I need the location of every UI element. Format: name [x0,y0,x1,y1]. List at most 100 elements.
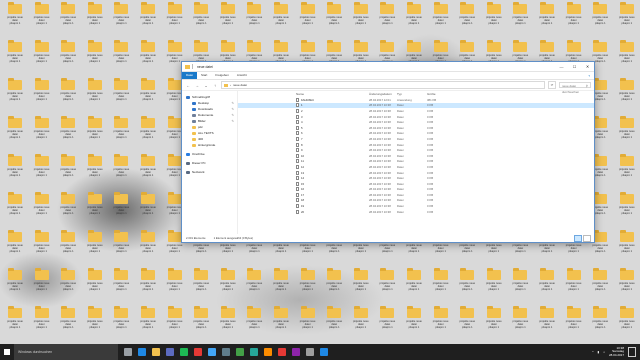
desktop-folder-icon[interactable]: projekte neuedateipikapro 1 [82,268,108,306]
desktop-folder-icon[interactable]: projekte neuedateipikapro 1 [135,192,161,230]
app-orange-icon[interactable] [264,348,272,356]
desktop-folder-icon[interactable]: projekte neuedateipikapro 1 [82,230,108,268]
desktop-folder-icon[interactable]: projekte neuedateipikapro 1 [215,306,241,344]
column-header-date[interactable]: Änderungsdatum [369,92,397,96]
desktop-folder-icon[interactable]: projekte neuedateipikapro 1 [587,2,613,40]
desktop-folder-icon[interactable]: projekte neuedateipikapro 1 [108,192,134,230]
desktop-folder-icon[interactable]: projekte neuedateipikapro 1 [587,306,613,344]
desktop-folder-icon[interactable]: projekte neuedateipikapro 1 [2,192,28,230]
desktop-folder-icon[interactable]: projekte neuedateipikapro 1 [82,192,108,230]
details-view-icon[interactable] [574,234,582,242]
nav-item[interactable]: Netzwerk [182,169,237,175]
desktop-folder-icon[interactable]: projekte neuedateipikapro 1 [29,230,55,268]
breadcrumb-current-folder[interactable]: neue datei [233,83,247,87]
app-dark-icon[interactable] [222,348,230,356]
app-teal-icon[interactable] [250,348,258,356]
desktop-folder-icon[interactable]: projekte neuedateipikapro 1 [614,2,640,40]
desktop-folder-icon[interactable]: projekte neuedateipikapro 1 [29,154,55,192]
desktop-folder-icon[interactable]: projekte neuedateipikapro 1 [55,230,81,268]
desktop-folder-icon[interactable]: projekte neuedateipikapro 1 [481,306,507,344]
desktop-folder-icon[interactable]: projekte neuedateipikapro 1 [2,154,28,192]
desktop-folder-icon[interactable]: projekte neuedateipikapro 1 [507,268,533,306]
desktop-folder-icon[interactable]: projekte neuedateipikapro 1 [82,154,108,192]
title-bar[interactable]: neue datei — ☐ ✕ [182,62,594,72]
close-button[interactable]: ✕ [581,62,594,71]
desktop-folder-icon[interactable]: projekte neuedateipikapro 1 [614,116,640,154]
notification-center-icon[interactable] [628,347,636,357]
desktop-folder-icon[interactable]: projekte neuedateipikapro 1 [108,306,134,344]
tab-freigeben[interactable]: Freigeben [211,72,233,79]
start-button[interactable] [0,344,14,360]
desktop-folder-icon[interactable]: projekte neuedateipikapro 1 [29,78,55,116]
store-icon[interactable] [166,348,174,356]
volume-icon[interactable]: ◖ [603,350,605,354]
desktop-folder-icon[interactable]: projekte neuedateipikapro 1 [614,192,640,230]
desktop-folder-icon[interactable]: projekte neuedateipikapro 1 [215,2,241,40]
desktop-folder-icon[interactable]: projekte neuedateipikapro 1 [108,230,134,268]
file-explorer-window[interactable]: neue datei — ☐ ✕ Datei Start Freigeben A… [181,61,595,243]
desktop-folder-icon[interactable]: projekte neuedateipikapro 1 [55,192,81,230]
desktop-folder-icon[interactable]: projekte neuedateipikapro 1 [241,268,267,306]
desktop-folder-icon[interactable]: projekte neuedateipikapro 1 [82,40,108,78]
forward-arrow-icon[interactable]: → [194,83,200,88]
desktop-folder-icon[interactable]: projekte neuedateipikapro 1 [188,2,214,40]
desktop-folder-icon[interactable]: projekte neuedateipikapro 1 [55,268,81,306]
app-blue-icon[interactable] [208,348,216,356]
desktop-folder-icon[interactable]: projekte neuedateipikapro 1 [135,230,161,268]
desktop-folder-icon[interactable]: projekte neuedateipikapro 1 [29,40,55,78]
desktop-folder-icon[interactable]: projekte neuedateipikapro 1 [481,268,507,306]
tab-start[interactable]: Start [197,72,211,79]
desktop-folder-icon[interactable]: projekte neuedateipikapro 1 [29,192,55,230]
network-icon[interactable]: ▮ [598,350,600,354]
column-header-size[interactable]: Größe [427,92,447,96]
recent-locations-chevron-icon[interactable]: ⌄ [203,83,209,88]
desktop-folder-icon[interactable]: projekte neuedateipikapro 1 [2,116,28,154]
chrome-icon[interactable] [194,348,202,356]
desktop-folder-icon[interactable]: projekte neuedateipikapro 1 [82,116,108,154]
app-red-icon[interactable] [278,348,286,356]
desktop-folder-icon[interactable]: projekte neuedateipikapro 1 [614,40,640,78]
desktop-folder-icon[interactable]: projekte neuedateipikapro 1 [162,2,188,40]
desktop-folder-icon[interactable]: projekte neuedateipikapro 1 [29,268,55,306]
desktop-folder-icon[interactable]: projekte neuedateipikapro 1 [2,306,28,344]
desktop-folder-icon[interactable]: projekte neuedateipikapro 1 [428,306,454,344]
show-hidden-icons-chevron-icon[interactable]: ^ [592,350,593,354]
desktop-folder-icon[interactable]: projekte neuedateipikapro 1 [507,306,533,344]
desktop-folder-icon[interactable]: projekte neuedateipikapro 1 [268,306,294,344]
desktop-folder-icon[interactable]: projekte neuedateipikapro 1 [162,306,188,344]
desktop-folder-icon[interactable]: projekte neuedateipikapro 1 [295,306,321,344]
up-arrow-icon[interactable]: ↑ [212,83,218,88]
desktop-folder-icon[interactable]: projekte neuedateipikapro 1 [2,40,28,78]
desktop-folder-icon[interactable]: projekte neuedateipikapro 1 [215,268,241,306]
column-header-type[interactable]: Typ [397,92,427,96]
desktop-folder-icon[interactable]: projekte neuedateipikapro 1 [135,40,161,78]
desktop-folder-icon[interactable]: projekte neuedateipikapro 1 [561,306,587,344]
desktop-folder-icon[interactable]: projekte neuedateipikapro 1 [534,268,560,306]
desktop-folder-icon[interactable]: projekte neuedateipikapro 1 [55,2,81,40]
desktop-folder-icon[interactable]: projekte neuedateipikapro 1 [268,2,294,40]
desktop-folder-icon[interactable]: projekte neuedateipikapro 1 [2,78,28,116]
desktop-folder-icon[interactable]: projekte neuedateipikapro 1 [135,2,161,40]
desktop-folder-icon[interactable]: projekte neuedateipikapro 1 [454,2,480,40]
desktop-folder-icon[interactable]: projekte neuedateipikapro 1 [321,2,347,40]
back-arrow-icon[interactable]: ← [185,83,191,88]
desktop-folder-icon[interactable]: projekte neuedateipikapro 1 [108,78,134,116]
desktop-folder-icon[interactable]: projekte neuedateipikapro 1 [614,268,640,306]
desktop-folder-icon[interactable]: projekte neuedateipikapro 1 [321,268,347,306]
quick-access-toolbar[interactable] [182,64,193,69]
task-view-icon[interactable] [124,348,132,356]
desktop-folder-icon[interactable]: projekte neuedateipikapro 1 [55,154,81,192]
desktop-folder-icon[interactable]: projekte neuedateipikapro 1 [108,268,134,306]
desktop-folder-icon[interactable]: projekte neuedateipikapro 1 [428,268,454,306]
desktop-folder-icon[interactable]: projekte neuedateipikapro 1 [55,306,81,344]
desktop-folder-icon[interactable]: projekte neuedateipikapro 1 [29,116,55,154]
desktop-folder-icon[interactable]: projekte neuedateipikapro 1 [135,154,161,192]
desktop-folder-icon[interactable]: projekte neuedateipikapro 1 [82,2,108,40]
desktop-folder-icon[interactable]: projekte neuedateipikapro 1 [108,40,134,78]
desktop-folder-icon[interactable]: projekte neuedateipikapro 1 [295,268,321,306]
desktop-folder-icon[interactable]: projekte neuedateipikapro 1 [428,2,454,40]
address-bar[interactable]: › neue datei [221,81,545,89]
desktop-folder-icon[interactable]: projekte neuedateipikapro 1 [614,230,640,268]
desktop-folder-icon[interactable]: projekte neuedateipikapro 1 [268,268,294,306]
desktop-folder-icon[interactable]: projekte neuedateipikapro 1 [188,268,214,306]
